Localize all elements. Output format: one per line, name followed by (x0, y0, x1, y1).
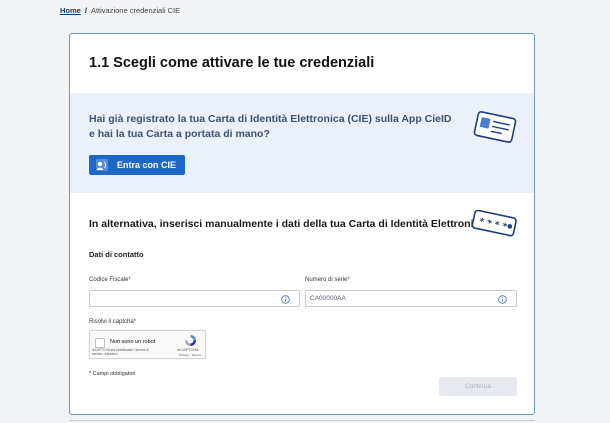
codice-fiscale-label: Codice Fiscale* (89, 277, 131, 283)
breadcrumb-home-link[interactable]: Home (60, 6, 81, 15)
recaptcha-checkbox-label: Non sono un robot (110, 339, 156, 345)
numero-serie-input[interactable] (306, 291, 516, 306)
breadcrumb: Home / Attivazione credenziali CIE (60, 6, 180, 15)
codice-fiscale-input[interactable] (90, 291, 299, 306)
recaptcha-links[interactable]: Privacy - Termini (179, 353, 201, 357)
id-card-icon (473, 111, 517, 143)
recaptcha-brand: reCAPTCHA (177, 348, 199, 352)
breadcrumb-separator: / (84, 6, 87, 15)
codice-fiscale-field (89, 290, 300, 307)
recaptcha-checkbox[interactable] (95, 338, 105, 348)
numero-serie-label: Numero di serie* (305, 277, 350, 283)
cie-question-text: Hai già registrato la tua Carta di Ident… (89, 113, 452, 140)
breadcrumb-current: Attivazione credenziali CIE (90, 6, 181, 15)
activation-card: 1.1 Scegli come attivare le tue credenzi… (69, 33, 535, 415)
numero-serie-field (305, 290, 517, 307)
info-icon[interactable] (281, 295, 290, 304)
pin-card-icon: * * * * (471, 210, 517, 237)
cie-logo-icon (95, 158, 109, 172)
contact-data-section-label: Dati di contatto (89, 250, 144, 259)
manual-entry-heading: In alternativa, inserisci manualmente i … (89, 218, 486, 230)
cie-login-section: Hai già registrato la tua Carta di Ident… (70, 93, 534, 193)
recaptcha-terms-note: reCAPTCHA sta modificando i termini di s… (92, 348, 149, 356)
info-icon[interactable] (498, 295, 507, 304)
recaptcha-widget: Non sono un robot reCAPTCHA sta modifica… (89, 330, 206, 359)
enter-with-cie-button[interactable]: Entra con CIE (89, 155, 185, 175)
page-title: 1.1 Scegli come attivare le tue credenzi… (89, 55, 375, 71)
continue-button[interactable]: Continua (439, 377, 517, 396)
required-fields-note: * Campi obbligatori (89, 371, 136, 377)
enter-with-cie-label: Entra con CIE (117, 160, 177, 170)
captcha-label: Risolvi il captcha* (89, 319, 137, 325)
recaptcha-logo-icon (185, 335, 196, 346)
